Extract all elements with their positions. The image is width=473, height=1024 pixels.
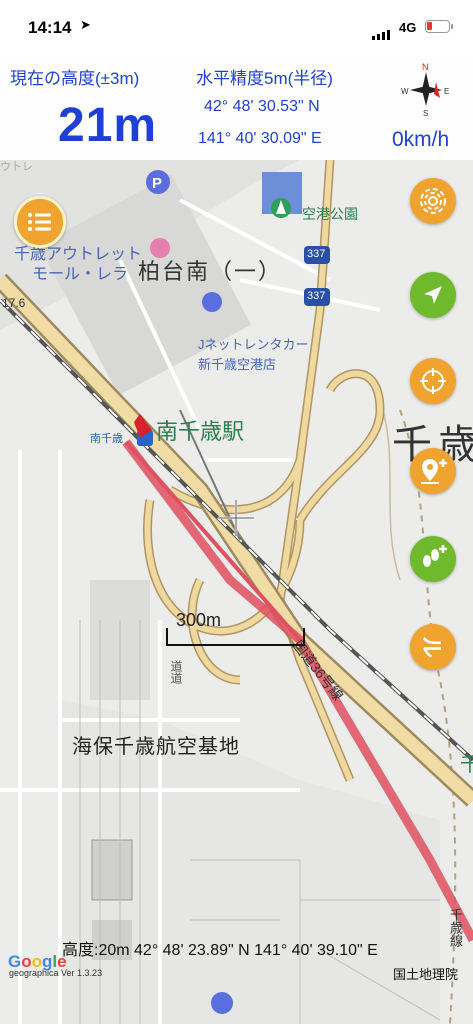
crosshair-icon (420, 368, 446, 394)
layers-button[interactable] (410, 178, 456, 224)
latitude-value: 42° 48' 30.53" N (204, 98, 320, 115)
gsi-attribution: 国土地理院 (393, 967, 459, 982)
svg-text:P: P (152, 175, 162, 192)
svg-text:N: N (422, 62, 429, 72)
compass-icon[interactable]: N W E S (400, 60, 452, 118)
record-button[interactable]: ル (410, 624, 456, 670)
status-bar: 14:14 ➤ 4G (0, 0, 473, 56)
map-label-rental: Jネットレンタカー (198, 337, 309, 352)
footsteps-add-icon (423, 545, 447, 567)
map-view[interactable]: P ウトレ 千歳アウトレット モール・レラ 柏台南（一） 空港公園 Jネットレン… (0, 160, 473, 1024)
speed-value: 0km/h (392, 128, 450, 151)
map-label-district: 柏台南（一） (138, 259, 283, 284)
route-shield-label: 337 (307, 248, 326, 260)
menu-button[interactable] (14, 196, 66, 248)
accuracy-label: 水平精度5m(半径) (196, 69, 333, 88)
add-pin-icon (421, 459, 447, 484)
svg-text:S: S (423, 109, 428, 118)
svg-text:E: E (444, 87, 449, 96)
add-track-button[interactable] (410, 536, 456, 582)
battery-icon (425, 20, 453, 33)
map-label-top-tag: ウトレ (0, 161, 33, 173)
ru-icon: ル (418, 635, 444, 659)
longitude-value: 141° 40' 30.09" E (198, 130, 322, 147)
map-label-rental-2: 新千歳空港店 (198, 357, 277, 372)
center-coordinates: 高度:20m 42° 48' 23.89" N 141° 40' 39.10" … (62, 942, 378, 959)
info-panel: 現在の高度(±3m) 21m 水平精度5m(半径) 42° 48' 30.53"… (0, 56, 473, 160)
map-label-road-side: 道道 (169, 660, 183, 684)
scale-label: 300m (176, 610, 222, 630)
add-pin-button[interactable] (410, 448, 456, 494)
altitude-value: 21m (58, 99, 158, 152)
crosshair-button[interactable] (410, 358, 456, 404)
map-label-outlet-2: モール・レラ (32, 266, 129, 283)
svg-text:W: W (401, 87, 409, 96)
menu-icon (28, 213, 51, 231)
map-label-green: 千 (460, 754, 473, 776)
map-label-rail: 千歳線 (448, 908, 463, 947)
location-services-icon: ➤ (80, 17, 91, 32)
cell-signal-icon (372, 22, 392, 40)
altitude-label: 現在の高度(±3m) (10, 69, 140, 88)
network-type: 4G (399, 20, 417, 35)
map-label-base: 海保千歳航空基地 (72, 736, 240, 758)
locate-button[interactable] (410, 272, 456, 318)
status-time: 14:14 (28, 18, 72, 37)
app-version: geographica Ver 1.3.23 (9, 968, 103, 978)
location-arrow-icon (424, 286, 442, 304)
route-shield-label-2: 337 (307, 290, 326, 302)
spiral-icon (420, 188, 446, 214)
map-label-park: 空港公園 (302, 206, 358, 222)
map-label-station-small: 南千歳 (90, 433, 123, 445)
map-label-station: 南千歳駅 (156, 419, 245, 444)
map-label-elevation: 17.6 (2, 296, 26, 310)
